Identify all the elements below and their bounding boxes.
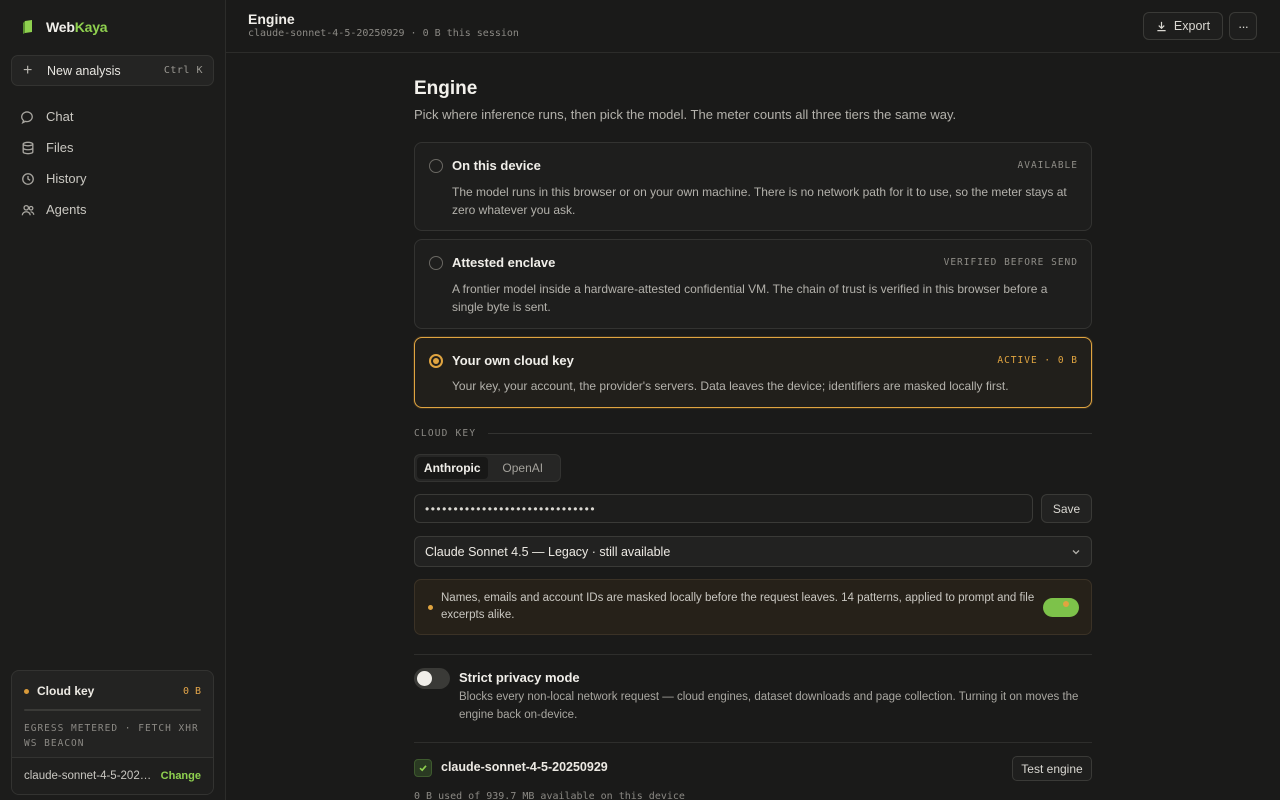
option-title: Your own cloud key [452, 353, 574, 368]
egress-card-title: Cloud key [37, 684, 95, 698]
export-button[interactable]: Export [1143, 12, 1223, 40]
masking-toggle[interactable] [1043, 598, 1079, 617]
change-model-link[interactable]: Change [161, 770, 201, 782]
chevron-down-icon [1072, 549, 1080, 554]
divider [414, 654, 1092, 655]
radio-button[interactable] [429, 256, 443, 270]
more-icon: ··· [1238, 18, 1249, 34]
divider [488, 433, 1092, 434]
radio-button[interactable] [429, 159, 443, 173]
engine-option-device[interactable]: On this device AVAILABLE The model runs … [414, 142, 1092, 231]
download-icon [1157, 21, 1166, 31]
more-options-button[interactable]: ··· [1229, 12, 1257, 40]
option-title: On this device [452, 158, 541, 173]
clock-icon [22, 172, 34, 185]
toggle-knob [1063, 601, 1069, 607]
brand-name: WebKaya [46, 19, 108, 35]
option-description: The model runs in this browser or on you… [452, 185, 1067, 217]
provider-tab-openai[interactable]: OpenAI [488, 457, 559, 479]
database-icon [22, 141, 34, 154]
engine-option-enclave[interactable]: Attested enclave VERIFIED BEFORE SEND A … [414, 239, 1092, 329]
active-model-id: claude-sonnet-4-5-20250929 [441, 760, 608, 774]
section-label-text: CLOUD KEY [414, 428, 477, 439]
topbar: Engine claude-sonnet-4-5-20250929 · 0 B … [226, 0, 1280, 53]
page-title: Engine [248, 11, 295, 27]
strict-privacy-title: Strict privacy mode [459, 670, 580, 685]
option-title: Attested enclave [452, 255, 556, 270]
sidebar-item-history[interactable]: History [11, 163, 214, 194]
model-select-value: Claude Sonnet 4.5 — Legacy · still avail… [425, 544, 671, 559]
sidebar-item-label: Files [46, 140, 74, 155]
provider-tab-anthropic[interactable]: Anthropic [417, 457, 488, 479]
egress-status-card: Cloud key 0 B EGRESS METERED · FETCH XHR… [11, 670, 214, 795]
option-status: AVAILABLE [1017, 160, 1078, 171]
model-select[interactable]: Claude Sonnet 4.5 — Legacy · still avail… [414, 536, 1092, 567]
storage-usage: 0 B used of 939.7 MB available on this d… [414, 791, 685, 800]
egress-card-footer: claude-sonnet-4-5-202… Change [12, 757, 213, 794]
export-label: Export [1173, 19, 1211, 33]
strict-privacy-toggle[interactable] [414, 668, 450, 689]
save-key-button[interactable]: Save [1041, 494, 1092, 523]
radio-button-selected[interactable] [429, 354, 443, 368]
shortcut-hint: Ctrl K [163, 65, 203, 76]
new-analysis-label: New analysis [47, 63, 121, 78]
cloud-key-section-label: CLOUD KEY [414, 428, 1092, 439]
session-info: claude-sonnet-4-5-20250929 · 0 B this se… [248, 28, 519, 39]
notice-dot [428, 605, 433, 610]
sidebar: WebKaya + New analysis Ctrl K Chat Files… [0, 0, 226, 800]
sidebar-item-label: Agents [46, 202, 87, 217]
sidebar-item-agents[interactable]: Agents [11, 194, 214, 225]
sidebar-item-files[interactable]: Files [11, 132, 214, 163]
logo-icon [23, 20, 32, 34]
masking-notice-text: Names, emails and account IDs are masked… [441, 592, 1035, 621]
engine-option-cloud-key[interactable]: Your own cloud key ACTIVE · 0 B Your key… [414, 337, 1092, 408]
masking-notice: Names, emails and account IDs are masked… [414, 579, 1092, 635]
egress-channels: EGRESS METERED · FETCH XHR WS BEACON [24, 723, 199, 749]
brand[interactable]: WebKaya [22, 19, 108, 35]
strict-privacy-description: Blocks every non-local network request —… [459, 691, 1079, 721]
egress-bytes: 0 B [182, 685, 201, 697]
sidebar-item-chat[interactable]: Chat [11, 101, 214, 132]
toggle-knob [417, 671, 432, 686]
chat-icon [21, 110, 33, 124]
provider-switch: Anthropic OpenAI [414, 454, 561, 482]
check-icon [414, 759, 432, 777]
sidebar-item-label: Chat [46, 109, 74, 124]
status-dot [24, 688, 29, 694]
option-description: Your key, your account, the provider's s… [452, 379, 1009, 393]
divider [414, 742, 1092, 743]
section-heading: Engine [414, 78, 478, 99]
new-analysis-button[interactable]: + New analysis Ctrl K [11, 55, 214, 86]
users-icon [21, 204, 35, 215]
sidebar-nav: Chat Files History Agents [11, 101, 214, 225]
test-engine-button[interactable]: Test engine [1012, 756, 1092, 781]
api-key-input[interactable]: •••••••••••••••••••••••••••••• [414, 494, 1033, 523]
option-status: ACTIVE · 0 B [997, 355, 1078, 366]
option-description: A frontier model inside a hardware-attes… [452, 282, 1048, 314]
egress-card-header: Cloud key 0 B [12, 671, 213, 698]
option-status: VERIFIED BEFORE SEND [943, 257, 1078, 268]
current-model: claude-sonnet-4-5-202… [24, 770, 152, 782]
section-subtitle: Pick where inference runs, then pick the… [414, 107, 957, 122]
sidebar-item-label: History [46, 171, 87, 186]
plus-icon: + [23, 61, 33, 79]
